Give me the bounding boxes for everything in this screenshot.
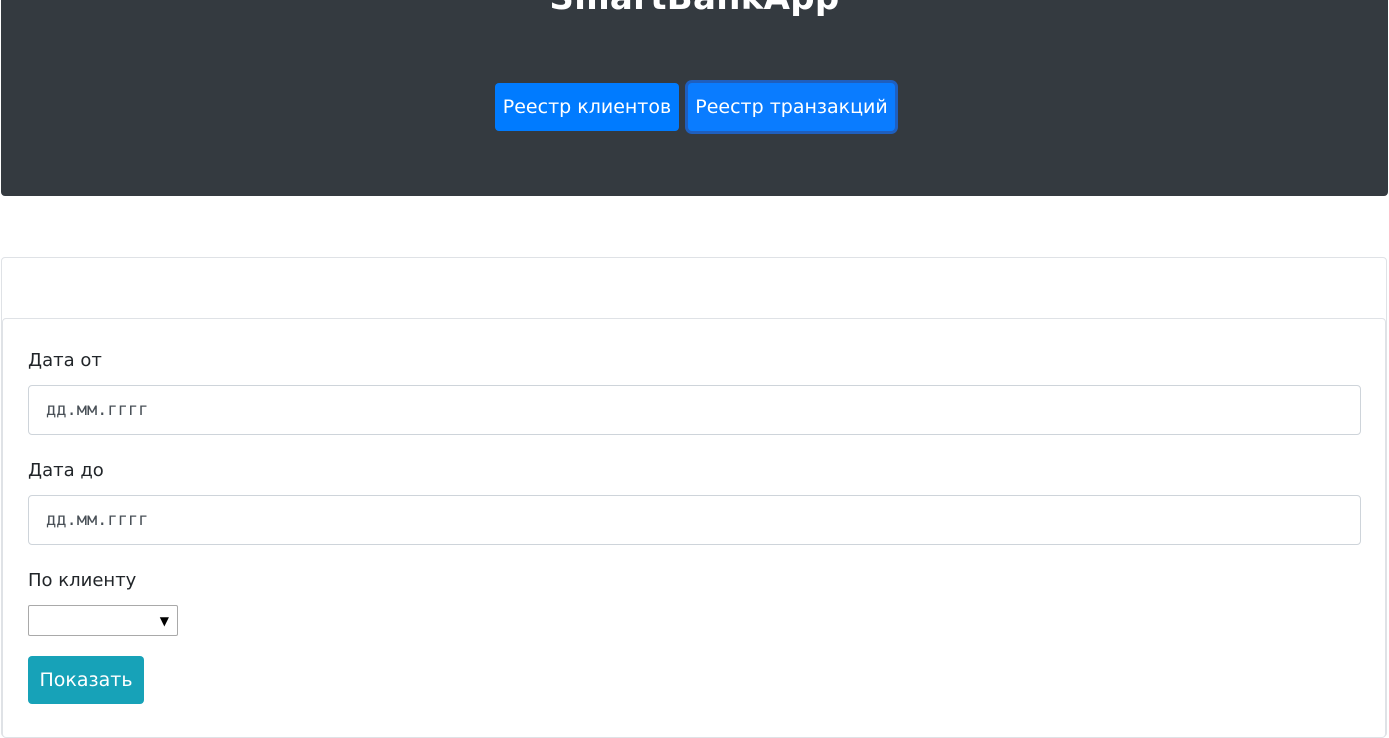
- date-from-label: Дата от: [28, 350, 102, 371]
- app-header: SmartBankApp Реестр клиентов Реестр тран…: [1, 0, 1388, 196]
- transactions-registry-button[interactable]: Реестр транзакций: [688, 83, 895, 131]
- chevron-down-icon: ▼: [159, 614, 169, 628]
- client-filter-label: По клиенту: [28, 570, 137, 591]
- date-to-label: Дата до: [28, 460, 104, 481]
- date-to-input[interactable]: дд.мм.гггг: [28, 495, 1361, 545]
- show-button[interactable]: Показать: [28, 656, 144, 704]
- app-title: SmartBankApp: [1, 0, 1388, 22]
- client-select[interactable]: ▼: [28, 605, 178, 636]
- clients-registry-button[interactable]: Реестр клиентов: [495, 83, 679, 131]
- date-from-input[interactable]: дд.мм.гггг: [28, 385, 1361, 435]
